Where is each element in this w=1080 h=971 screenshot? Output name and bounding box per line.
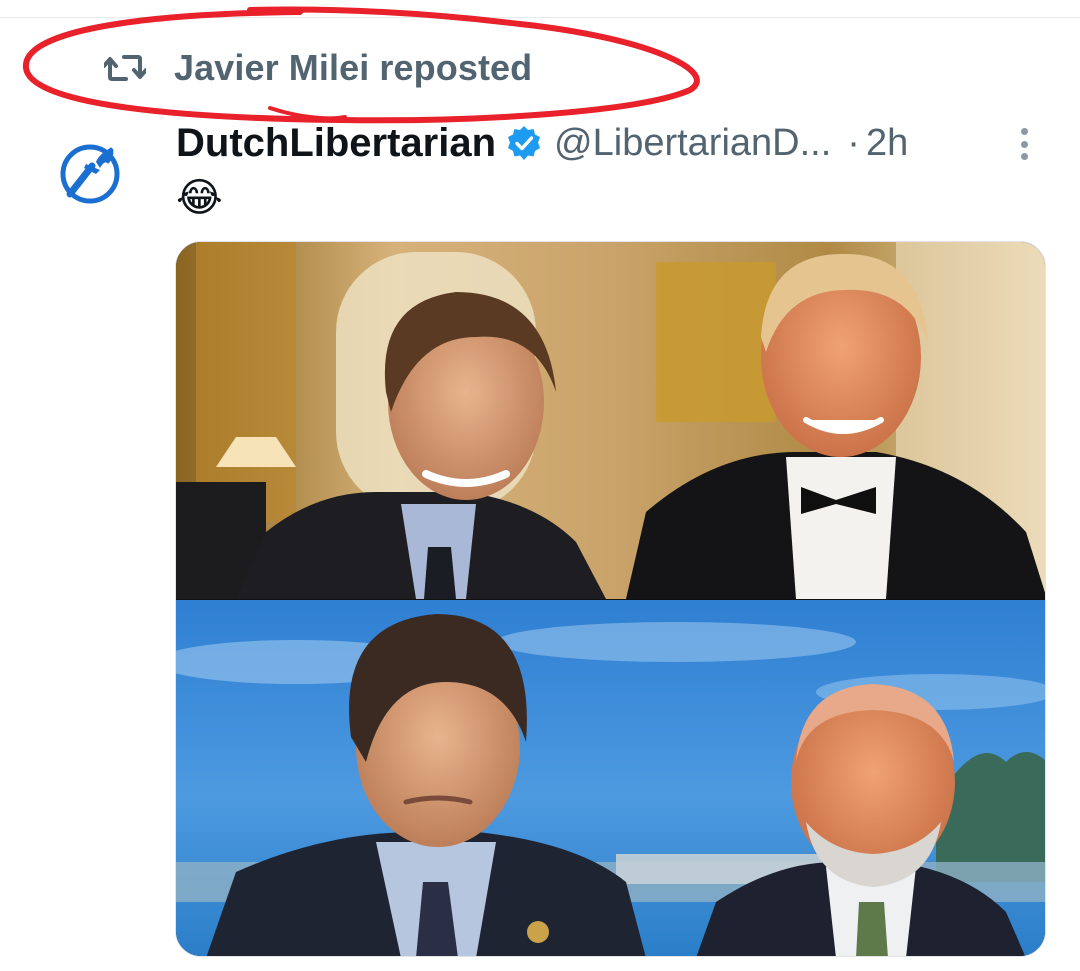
verified-badge-icon[interactable] xyxy=(506,125,542,161)
avatar[interactable] xyxy=(56,140,124,208)
bottom-photo xyxy=(176,600,1045,956)
more-dot xyxy=(1020,140,1028,148)
torch-icon xyxy=(60,144,120,204)
more-dot xyxy=(1020,128,1028,135)
separator: · xyxy=(847,121,860,164)
top-photo xyxy=(176,242,1045,599)
repost-icon xyxy=(104,55,146,81)
repost-label[interactable]: Javier Milei reposted xyxy=(174,47,532,89)
timestamp[interactable]: 2h xyxy=(866,122,908,165)
handle[interactable]: @LibertarianD... xyxy=(554,122,831,165)
more-vertical-icon[interactable] xyxy=(1012,124,1036,164)
divider xyxy=(0,17,1080,18)
timeline: Javier Milei reposted DutchLibertarian @… xyxy=(0,0,1080,971)
tweet-text: 😂 xyxy=(176,174,223,222)
tweet-header: DutchLibertarian @LibertarianD... · 2h xyxy=(176,116,908,170)
more-dot xyxy=(1020,153,1028,160)
laughing-emoji: 😂 xyxy=(176,175,223,221)
repost-context[interactable]: Javier Milei reposted xyxy=(104,46,532,90)
tweet-media[interactable] xyxy=(175,241,1046,957)
display-name[interactable]: DutchLibertarian xyxy=(176,121,496,166)
